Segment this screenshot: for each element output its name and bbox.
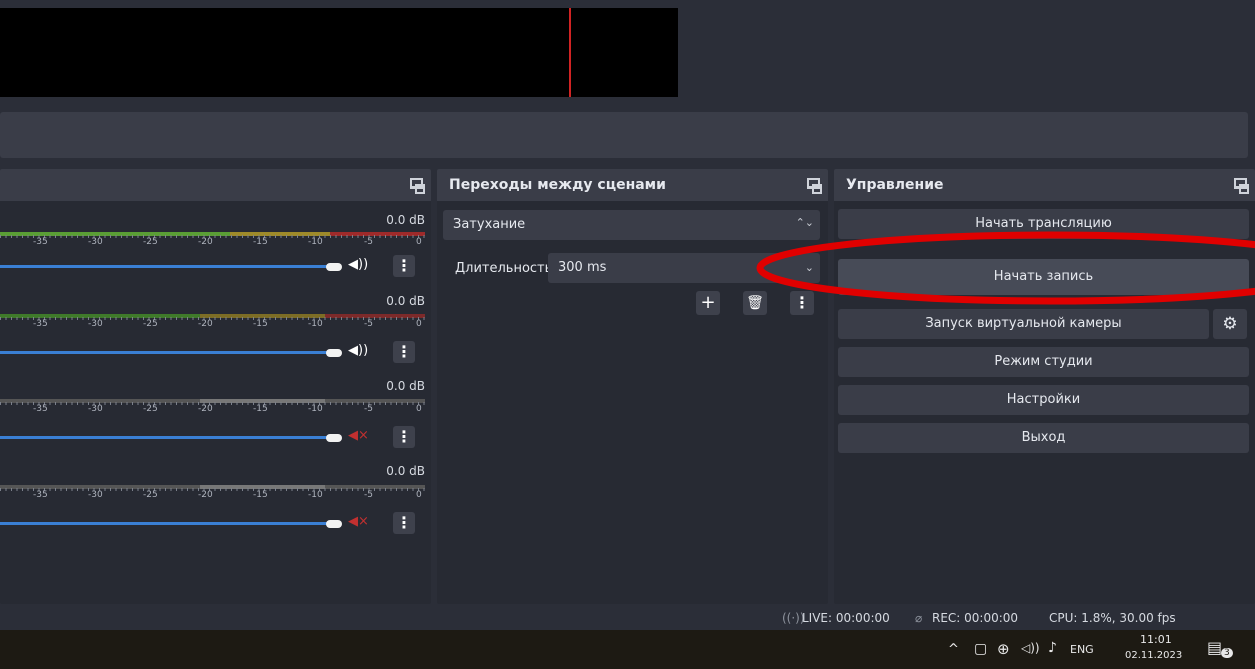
audio-mixer-dock: 0.0 dB -35 -30 -25 -20 -15 -10 -5 0 ◀)) ⋮ 0.0 d… — [0, 169, 431, 604]
trash-icon[interactable]: 🗑 — [743, 291, 767, 315]
channel-4-volume-handle[interactable] — [326, 520, 342, 528]
channel-1-volume-slider[interactable] — [0, 265, 330, 268]
channel-2-scale: -35 -30 -25 -20 -15 -10 -5 0 — [0, 317, 425, 331]
mixer-header — [0, 169, 431, 201]
channel-2-volume-handle[interactable] — [326, 349, 342, 357]
start-virtual-camera-button[interactable]: Запуск виртуальной камеры — [838, 309, 1209, 339]
start-streaming-button[interactable]: Начать трансляцию — [838, 209, 1249, 239]
transition-type-value: Затухание — [453, 217, 526, 232]
cpu-fps: CPU: 1.8%, 30.00 fps — [1049, 611, 1176, 625]
preview-center-line — [569, 8, 571, 97]
controls-title: Управление — [846, 177, 944, 193]
studio-mode-button[interactable]: Режим студии — [838, 347, 1249, 377]
channel-1-volume-handle[interactable] — [326, 263, 342, 271]
kebab-menu-icon[interactable]: ⋮ — [393, 426, 415, 448]
channel-2-db: 0.0 dB — [386, 294, 425, 308]
scene-transitions-dock: Переходы между сценами Затухание ⌃⌄ Длит… — [437, 169, 828, 604]
volume-icon[interactable]: ◁)) — [1021, 641, 1040, 655]
channel-3-db: 0.0 dB — [386, 379, 425, 393]
channel-1-scale: -35 -30 -25 -20 -15 -10 -5 0 — [0, 235, 425, 249]
settings-button[interactable]: Настройки — [838, 385, 1249, 415]
controls-header: Управление — [834, 169, 1255, 201]
gear-icon[interactable]: ⚙ — [1213, 309, 1247, 339]
clock-time[interactable]: 11:01 — [1140, 633, 1172, 646]
clock-date[interactable]: 02.11.2023 — [1125, 650, 1182, 661]
channel-1-db: 0.0 dB — [386, 213, 425, 227]
transition-type-select[interactable]: Затухание ⌃⌄ — [443, 210, 820, 240]
kebab-menu-icon[interactable]: ⋮ — [393, 341, 415, 363]
kebab-menu-icon[interactable]: ⋮ — [790, 291, 814, 315]
controls-dock: Управление Начать трансляцию Начать запи… — [834, 169, 1255, 604]
channel-3-volume-slider[interactable] — [0, 436, 330, 439]
updown-caret-icon: ⌃⌄ — [795, 216, 814, 229]
chevron-down-icon[interactable]: ⌄ — [805, 261, 814, 274]
channel-4-db: 0.0 dB — [386, 464, 425, 478]
duration-value: 300 ms — [558, 260, 607, 275]
duration-label: Длительность — [455, 261, 553, 276]
speaker-muted-icon[interactable]: ◀× — [348, 428, 369, 443]
globe-icon[interactable]: ⊕ — [997, 640, 1010, 658]
speaker-icon[interactable]: ◀)) — [348, 343, 368, 358]
preview-canvas[interactable] — [0, 8, 678, 97]
status-bar: ((·)) LIVE: 00:00:00 ⌀ REC: 00:00:00 CPU… — [0, 606, 1255, 630]
speaker-muted-icon[interactable]: ◀× — [348, 514, 369, 529]
scene-toolbar — [0, 112, 1248, 158]
transitions-title: Переходы между сценами — [449, 177, 666, 193]
kebab-menu-icon[interactable]: ⋮ — [393, 512, 415, 534]
transitions-header: Переходы между сценами — [437, 169, 828, 201]
channel-4-scale: -35 -30 -25 -20 -15 -10 -5 0 — [0, 488, 425, 502]
float-dock-icon[interactable] — [807, 178, 822, 194]
plus-icon[interactable]: + — [696, 291, 720, 315]
live-time: LIVE: 00:00:00 — [802, 611, 890, 625]
channel-2-volume-slider[interactable] — [0, 351, 330, 354]
notification-count: 3 — [1221, 648, 1233, 658]
duration-input[interactable]: 300 ms ⌄ — [548, 253, 820, 283]
notifications-icon[interactable]: ▤ — [1207, 638, 1222, 657]
language-indicator[interactable]: ENG — [1070, 643, 1094, 656]
channel-3-scale: -35 -30 -25 -20 -15 -10 -5 0 — [0, 402, 425, 416]
channel-4-volume-slider[interactable] — [0, 522, 330, 525]
channel-3-volume-handle[interactable] — [326, 434, 342, 442]
float-dock-icon[interactable] — [1234, 178, 1249, 194]
exit-button[interactable]: Выход — [838, 423, 1249, 453]
float-dock-icon[interactable] — [410, 178, 425, 194]
meet-now-icon[interactable]: ▢ — [974, 641, 987, 657]
start-recording-button[interactable]: Начать запись — [838, 259, 1249, 295]
kebab-menu-icon[interactable]: ⋮ — [393, 255, 415, 277]
rec-time: REC: 00:00:00 — [932, 611, 1019, 625]
microphone-icon[interactable]: ♪ — [1048, 640, 1057, 656]
windows-taskbar: ^ ▢ ⊕ ◁)) ♪ ENG 11:01 02.11.2023 ▤ 3 — [0, 630, 1255, 669]
chevron-up-icon[interactable]: ^ — [948, 642, 959, 657]
rec-disabled-icon: ⌀ — [915, 611, 923, 625]
speaker-icon[interactable]: ◀)) — [348, 257, 368, 272]
